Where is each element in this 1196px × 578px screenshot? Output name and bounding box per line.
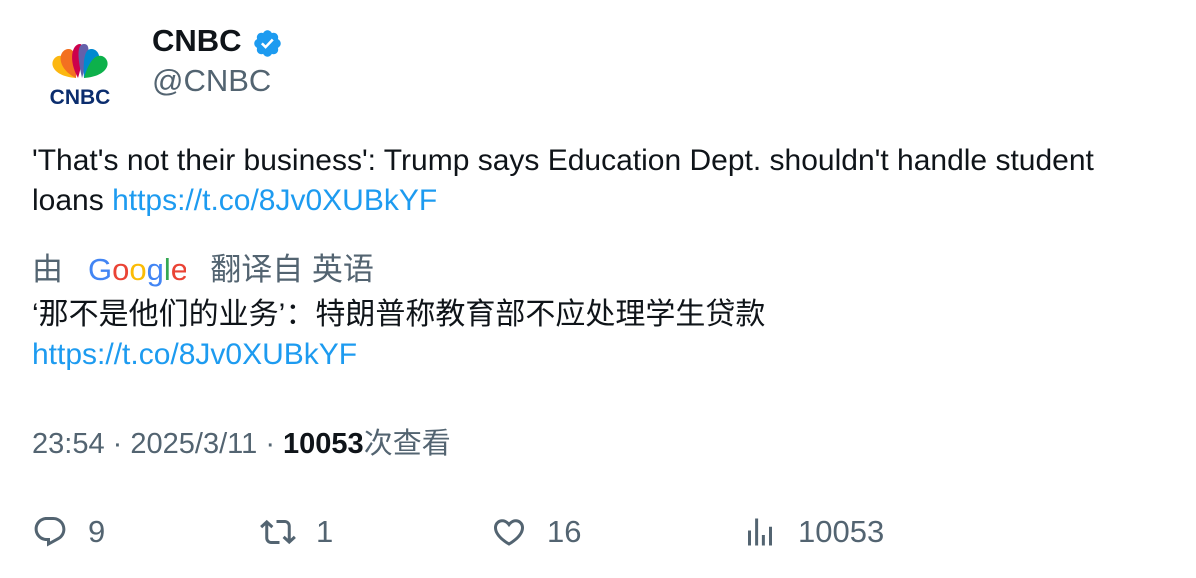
google-logo-icon[interactable]: Google [88,253,186,287]
svg-text:Google: Google [88,253,186,287]
views-count: 10053 [283,428,364,460]
retweet-icon [260,519,296,545]
tweet-text: 'That's not their business': Trump says … [32,141,1142,221]
reply-icon [34,517,66,547]
meta-separator: · [265,428,275,460]
tweet-meta: 23:54 · 2025/3/11 · 10053次查看 [32,424,451,464]
tweet-time[interactable]: 23:54 [32,428,105,460]
heart-icon [493,519,525,546]
verified-badge-icon [254,30,281,57]
like-button[interactable]: 16 [491,508,581,556]
translation-attribution: 由 Google 翻译自 英语 [32,246,374,290]
translated-body: ‘那不是他们的业务’：特朗普称教育部不应处理学生贷款 [32,298,766,331]
reply-count: 9 [88,514,106,549]
translated-text: ‘那不是他们的业务’：特朗普称教育部不应处理学生贷款 https://t.co/… [32,295,1142,375]
meta-separator: · [112,428,123,460]
cnbc-logo-text: CNBC [50,86,111,108]
retweet-count: 1 [316,514,334,549]
reply-button[interactable]: 9 [32,508,105,556]
views-action-count: 10053 [798,514,885,549]
translated-link[interactable]: https://t.co/8Jv0XUBkYF [32,338,357,371]
like-count: 16 [547,514,582,549]
translation-suffix[interactable]: 翻译自 英语 [210,252,374,287]
avatar[interactable]: CNBC [32,32,128,109]
views-button[interactable]: 10053 [742,508,884,556]
tweet-date[interactable]: 2025/3/11 [130,428,257,460]
retweet-button[interactable]: 1 [260,508,333,556]
author-handle[interactable]: @CNBC [152,62,271,100]
cnbc-peacock-logo: CNBC [50,44,111,109]
views-label: 次查看 [363,428,451,460]
translation-prefix: 由 [32,251,63,287]
author-name[interactable]: CNBC [152,22,242,60]
analytics-icon [748,518,772,546]
tweet-link[interactable]: https://t.co/8Jv0XUBkYF [112,184,437,217]
